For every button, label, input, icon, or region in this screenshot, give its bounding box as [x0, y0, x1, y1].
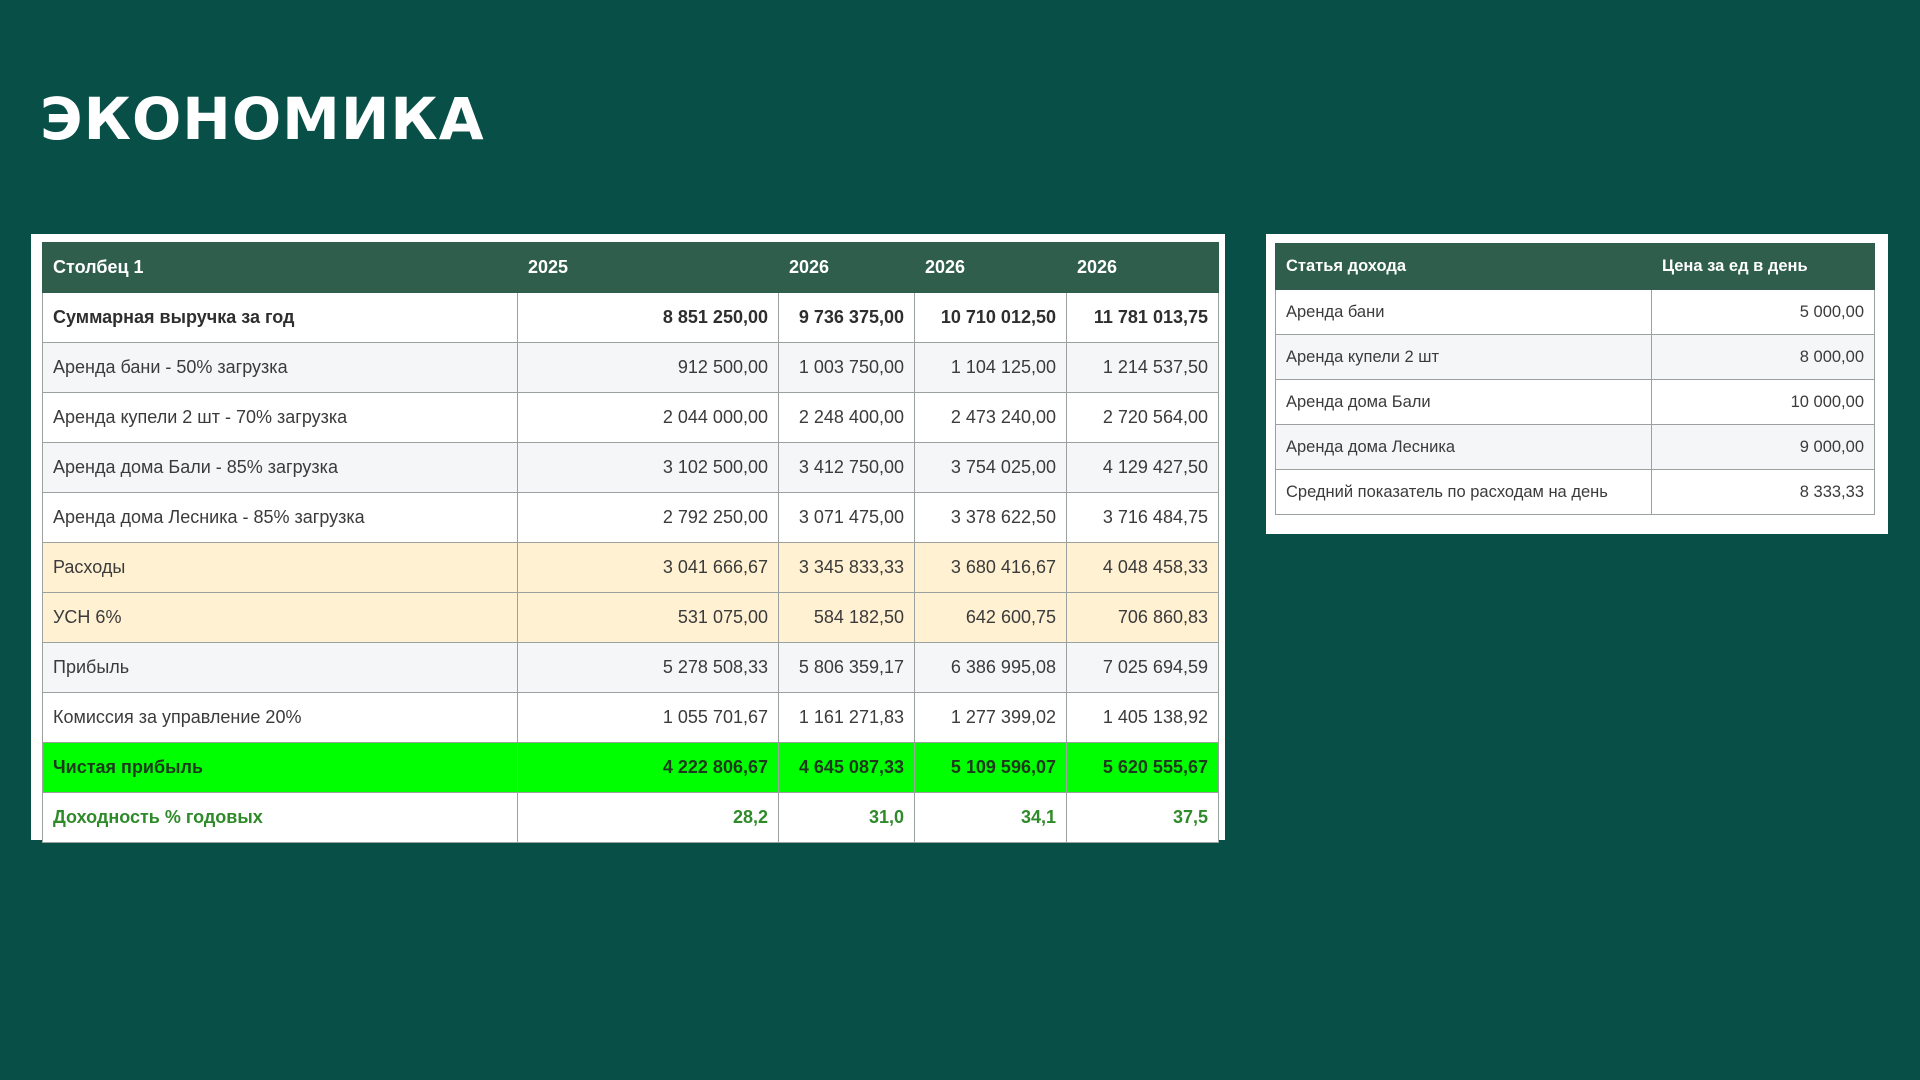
table-cell[interactable]: 9 736 375,00 [778, 292, 915, 343]
table-cell[interactable]: 1 214 537,50 [1066, 342, 1219, 393]
column-header[interactable]: Цена за ед в день [1651, 243, 1875, 290]
table-cell[interactable]: 8 333,33 [1651, 469, 1875, 515]
table-cell[interactable]: 1 104 125,00 [914, 342, 1067, 393]
table-row: Аренда купели 2 шт - 70% загрузка 2 044 … [42, 392, 1219, 443]
table-cell[interactable]: 28,2 [517, 792, 779, 843]
table-cell[interactable]: 2 792 250,00 [517, 492, 779, 543]
table-row: Комиссия за управление 20% 1 055 701,67 … [42, 692, 1219, 743]
table-row: Аренда дома Бали - 85% загрузка 3 102 50… [42, 442, 1219, 493]
table-cell[interactable]: 8 000,00 [1651, 334, 1875, 380]
column-header[interactable]: 2026 [914, 242, 1067, 293]
table-row: Аренда бани 5 000,00 [1275, 289, 1875, 335]
table-cell[interactable]: 1 055 701,67 [517, 692, 779, 743]
table-row-tax: УСН 6% 531 075,00 584 182,50 642 600,75 … [42, 592, 1219, 643]
table-cell[interactable]: 3 041 666,67 [517, 542, 779, 593]
table-cell[interactable]: 2 473 240,00 [914, 392, 1067, 443]
economics-table-card: Столбец 1 2025 2026 2026 2026 Суммарная … [31, 234, 1225, 843]
table-cell[interactable]: 3 345 833,33 [778, 542, 915, 593]
column-header[interactable]: Статья дохода [1275, 243, 1652, 290]
table-cell[interactable]: 706 860,83 [1066, 592, 1219, 643]
prices-table: Статья дохода Цена за ед в день Аренда б… [1275, 243, 1875, 515]
table-cell[interactable]: 4 129 427,50 [1066, 442, 1219, 493]
table-cell[interactable]: 5 278 508,33 [517, 642, 779, 693]
table-cell[interactable]: 10 710 012,50 [914, 292, 1067, 343]
table-row: Аренда дома Бали 10 000,00 [1275, 379, 1875, 425]
table-cell[interactable]: 3 378 622,50 [914, 492, 1067, 543]
table-cell[interactable]: 31,0 [778, 792, 915, 843]
table-cell[interactable]: 5 109 596,07 [914, 742, 1067, 793]
table-row: Аренда дома Лесника 9 000,00 [1275, 424, 1875, 470]
row-label[interactable]: Аренда дома Лесника [1275, 424, 1652, 470]
row-label[interactable]: Средний показатель по расходам на день [1275, 469, 1652, 515]
table-cell[interactable]: 912 500,00 [517, 342, 779, 393]
table-header-row: Статья дохода Цена за ед в день [1275, 243, 1875, 290]
table-row-net-profit: Чистая прибыль 4 222 806,67 4 645 087,33… [42, 742, 1219, 793]
table-cell[interactable]: 1 277 399,02 [914, 692, 1067, 743]
row-label[interactable]: УСН 6% [42, 592, 518, 643]
table-cell[interactable]: 1 161 271,83 [778, 692, 915, 743]
table-cell[interactable]: 1 405 138,92 [1066, 692, 1219, 743]
table-header-row: Столбец 1 2025 2026 2026 2026 [42, 242, 1219, 293]
table-cell[interactable]: 5 806 359,17 [778, 642, 915, 693]
table-cell[interactable]: 1 003 750,00 [778, 342, 915, 393]
column-header[interactable]: 2025 [517, 242, 779, 293]
table-row: Аренда купели 2 шт 8 000,00 [1275, 334, 1875, 380]
row-label[interactable]: Аренда дома Лесника - 85% загрузка [42, 492, 518, 543]
row-label[interactable]: Чистая прибыль [42, 742, 518, 793]
table-cell[interactable]: 6 386 995,08 [914, 642, 1067, 693]
row-label[interactable]: Расходы [42, 542, 518, 593]
table-cell[interactable]: 642 600,75 [914, 592, 1067, 643]
page-title: ЭКОНОМИКА [40, 85, 485, 153]
column-header[interactable]: 2026 [778, 242, 915, 293]
table-cell[interactable]: 5 000,00 [1651, 289, 1875, 335]
table-row: Суммарная выручка за год 8 851 250,00 9 … [42, 292, 1219, 343]
table-cell[interactable]: 4 222 806,67 [517, 742, 779, 793]
table-cell[interactable]: 10 000,00 [1651, 379, 1875, 425]
row-label[interactable]: Аренда бани - 50% загрузка [42, 342, 518, 393]
table-cell[interactable]: 37,5 [1066, 792, 1219, 843]
table-row-expenses: Расходы 3 041 666,67 3 345 833,33 3 680 … [42, 542, 1219, 593]
table-cell[interactable]: 531 075,00 [517, 592, 779, 643]
table-cell[interactable]: 2 044 000,00 [517, 392, 779, 443]
table-cell[interactable]: 8 851 250,00 [517, 292, 779, 343]
table-row: Прибыль 5 278 508,33 5 806 359,17 6 386 … [42, 642, 1219, 693]
row-label[interactable]: Доходность % годовых [42, 792, 518, 843]
row-label[interactable]: Суммарная выручка за год [42, 292, 518, 343]
table-cell[interactable]: 3 716 484,75 [1066, 492, 1219, 543]
table-cell[interactable]: 34,1 [914, 792, 1067, 843]
table-cell[interactable]: 3 071 475,00 [778, 492, 915, 543]
row-label[interactable]: Комиссия за управление 20% [42, 692, 518, 743]
row-label[interactable]: Аренда бани [1275, 289, 1652, 335]
table-cell[interactable]: 7 025 694,59 [1066, 642, 1219, 693]
table-row: Аренда бани - 50% загрузка 912 500,00 1 … [42, 342, 1219, 393]
economics-table: Столбец 1 2025 2026 2026 2026 Суммарная … [42, 242, 1219, 843]
table-cell[interactable]: 3 754 025,00 [914, 442, 1067, 493]
row-label[interactable]: Аренда купели 2 шт [1275, 334, 1652, 380]
row-label[interactable]: Прибыль [42, 642, 518, 693]
row-label[interactable]: Аренда дома Бали - 85% загрузка [42, 442, 518, 493]
row-label[interactable]: Аренда купели 2 шт - 70% загрузка [42, 392, 518, 443]
row-label[interactable]: Аренда дома Бали [1275, 379, 1652, 425]
column-header[interactable]: 2026 [1066, 242, 1219, 293]
table-cell[interactable]: 9 000,00 [1651, 424, 1875, 470]
table-cell[interactable]: 584 182,50 [778, 592, 915, 643]
table-cell[interactable]: 11 781 013,75 [1066, 292, 1219, 343]
table-cell[interactable]: 2 248 400,00 [778, 392, 915, 443]
table-cell[interactable]: 4 048 458,33 [1066, 542, 1219, 593]
table-cell[interactable]: 3 412 750,00 [778, 442, 915, 493]
prices-table-card: Статья дохода Цена за ед в день Аренда б… [1266, 234, 1888, 534]
column-header[interactable]: Столбец 1 [42, 242, 518, 293]
table-cell[interactable]: 4 645 087,33 [778, 742, 915, 793]
table-cell[interactable]: 3 680 416,67 [914, 542, 1067, 593]
table-row-yield: Доходность % годовых 28,2 31,0 34,1 37,5 [42, 792, 1219, 843]
table-cell[interactable]: 5 620 555,67 [1066, 742, 1219, 793]
table-cell[interactable]: 3 102 500,00 [517, 442, 779, 493]
table-cell[interactable]: 2 720 564,00 [1066, 392, 1219, 443]
table-row: Средний показатель по расходам на день 8… [1275, 469, 1875, 515]
table-row: Аренда дома Лесника - 85% загрузка 2 792… [42, 492, 1219, 543]
